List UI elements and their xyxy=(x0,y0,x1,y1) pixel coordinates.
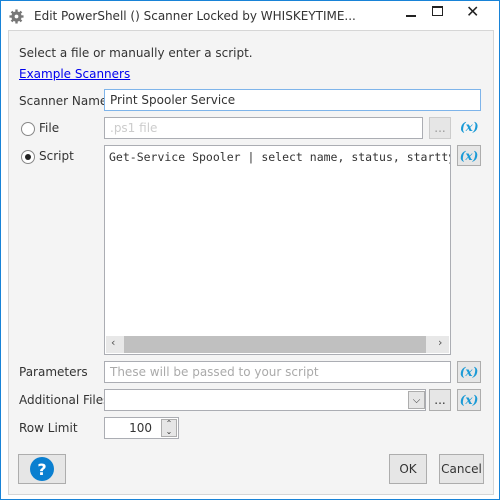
file-label: File xyxy=(39,121,60,135)
scanner-name-input[interactable]: Print Spooler Service xyxy=(104,89,481,111)
cancel-button[interactable]: Cancel xyxy=(439,454,484,484)
example-scanners-link[interactable]: Example Scanners xyxy=(19,67,130,81)
script-editor[interactable]: Get-Service Spooler | select name, statu… xyxy=(104,145,451,355)
row-limit-stepper[interactable]: ⌃ ⌄ xyxy=(161,419,177,437)
script-text: Get-Service Spooler | select name, statu… xyxy=(109,150,451,164)
chevron-down-icon[interactable]: ⌵ xyxy=(408,391,425,409)
dialog-window: Edit PowerShell () Scanner Locked by WHI… xyxy=(0,0,500,500)
intro-text: Select a file or manually enter a script… xyxy=(19,46,253,60)
parameters-label: Parameters xyxy=(19,365,88,379)
close-button[interactable]: ✕ xyxy=(466,2,479,21)
file-input[interactable]: .ps1 file xyxy=(104,117,423,139)
ok-button[interactable]: OK xyxy=(389,454,427,484)
gear-icon xyxy=(9,9,24,24)
maximize-button[interactable] xyxy=(432,6,443,16)
script-label: Script xyxy=(39,149,74,163)
parameters-variable-button[interactable]: (x) xyxy=(457,361,481,383)
help-icon: ? xyxy=(30,457,54,481)
window-title: Edit PowerShell () Scanner Locked by WHI… xyxy=(34,9,356,23)
parameters-input[interactable]: These will be passed to your script xyxy=(104,361,451,383)
additional-files-browse-button[interactable]: ... xyxy=(429,389,451,411)
scrollbar-thumb[interactable] xyxy=(124,336,426,353)
row-limit-label: Row Limit xyxy=(19,421,78,435)
additional-files-dropdown[interactable] xyxy=(104,389,426,411)
horizontal-scrollbar[interactable]: ‹ › xyxy=(106,336,449,353)
scanner-name-label: Scanner Name xyxy=(19,94,108,108)
script-variable-button[interactable]: (x) xyxy=(457,145,481,166)
additional-files-variable-button[interactable]: (x) xyxy=(457,389,481,411)
scroll-left-icon[interactable]: ‹ xyxy=(111,336,115,349)
script-radio[interactable] xyxy=(21,150,35,164)
file-browse-button[interactable]: ... xyxy=(429,117,451,139)
file-variable-icon[interactable]: (x) xyxy=(460,120,479,134)
file-radio[interactable] xyxy=(21,122,35,136)
scroll-right-icon[interactable]: › xyxy=(438,336,442,349)
help-button[interactable]: ? xyxy=(18,454,66,484)
additional-files-label: Additional Files xyxy=(19,393,110,407)
minimize-button[interactable] xyxy=(406,15,416,17)
